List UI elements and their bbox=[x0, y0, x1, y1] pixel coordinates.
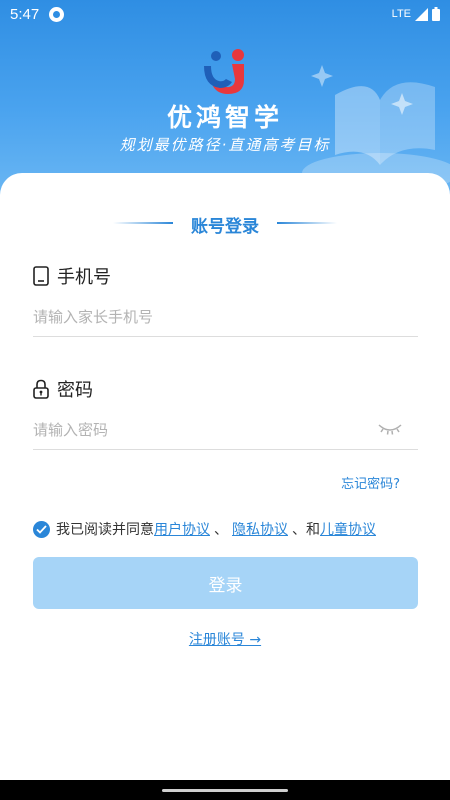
agreement-row: 我已阅读并同意 用户协议 、 隐私协议 、和 儿童协议 bbox=[33, 519, 376, 539]
phone-label: 手机号 bbox=[33, 263, 111, 289]
battery-icon bbox=[432, 7, 440, 21]
signal-icon bbox=[415, 7, 428, 21]
header-banner: 5:47 LTE 优鸿智学 规划最优路径·直通高考目标 bbox=[0, 0, 450, 200]
privacy-agreement-link[interactable]: 隐私协议 bbox=[232, 519, 288, 539]
system-nav-bar bbox=[0, 780, 450, 800]
login-section-title-text: 账号登录 bbox=[191, 217, 259, 237]
phone-icon bbox=[33, 266, 49, 286]
title-divider-right bbox=[277, 222, 337, 224]
agreement-separator: 、 bbox=[214, 522, 228, 538]
child-agreement-link[interactable]: 儿童协议 bbox=[320, 519, 376, 539]
phone-input[interactable] bbox=[33, 297, 418, 337]
phone-label-text: 手机号 bbox=[57, 267, 111, 288]
network-type: LTE bbox=[391, 8, 411, 20]
user-agreement-link[interactable]: 用户协议 bbox=[154, 519, 210, 539]
forgot-password-link[interactable]: 忘记密码? bbox=[341, 473, 400, 492]
check-circle-icon[interactable] bbox=[33, 520, 50, 538]
notification-icon bbox=[49, 6, 65, 22]
register-link[interactable]: 注册账号 → bbox=[0, 629, 450, 649]
password-label: 密码 bbox=[33, 376, 93, 402]
status-icons: LTE bbox=[392, 7, 440, 21]
agreement-prefix: 我已阅读并同意 bbox=[56, 522, 154, 538]
password-input[interactable] bbox=[33, 410, 418, 450]
lock-icon bbox=[33, 379, 49, 399]
brand-name: 优鸿智学 bbox=[166, 103, 283, 132]
agreement-separator-and: 、和 bbox=[292, 522, 320, 538]
home-gesture-handle[interactable] bbox=[162, 789, 288, 792]
title-divider-left bbox=[113, 222, 173, 224]
login-button[interactable]: 登录 bbox=[33, 557, 418, 609]
status-time: 5:47 bbox=[10, 5, 40, 23]
status-bar: 5:47 LTE bbox=[0, 0, 450, 28]
brand-logo bbox=[204, 49, 244, 94]
login-section-title: 账号登录 bbox=[0, 212, 450, 237]
login-card: 账号登录 手机号 密码 忘记密码? 我已阅 bbox=[0, 173, 450, 800]
eye-closed-icon[interactable] bbox=[378, 421, 402, 437]
brand-slogan: 规划最优路径·直通高考目标 bbox=[119, 136, 331, 154]
password-label-text: 密码 bbox=[57, 380, 93, 401]
